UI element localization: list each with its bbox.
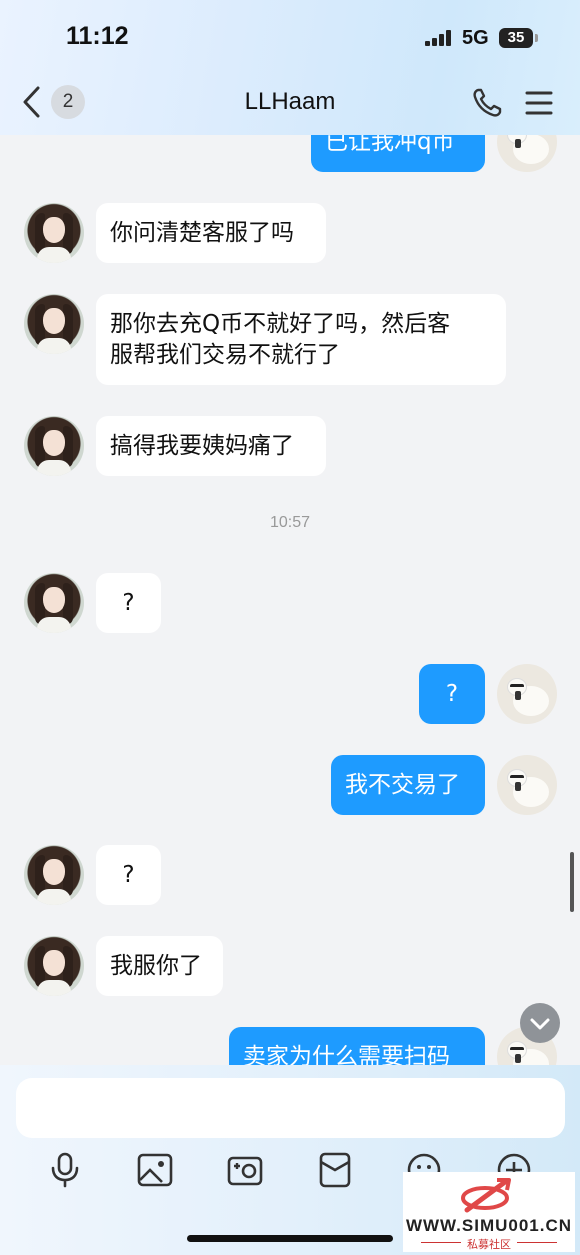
network-type: 5G — [462, 27, 489, 49]
phone-icon — [473, 88, 502, 117]
message-text: 那你去充Q币不就好了吗，然后客 — [110, 311, 451, 337]
scrollbar[interactable] — [570, 852, 574, 912]
chevron-down-icon — [530, 1018, 550, 1030]
message-bubble-incoming[interactable]: 那你去充Q币不就好了吗，然后客 服帮我们交易不就行了 — [96, 294, 506, 385]
watermark-logo-icon — [461, 1178, 511, 1213]
avatar-contact[interactable] — [24, 416, 84, 476]
camera-icon[interactable] — [227, 1152, 263, 1188]
message-input[interactable] — [16, 1078, 565, 1138]
message-bubble-incoming[interactable]: ? — [96, 845, 161, 905]
call-button[interactable] — [470, 86, 504, 120]
avatar-contact[interactable] — [24, 294, 84, 354]
avatar-contact[interactable] — [24, 573, 84, 633]
message-bubble-outgoing[interactable]: ? — [419, 664, 485, 724]
signal-icon — [425, 30, 453, 46]
avatar-contact[interactable] — [24, 845, 84, 905]
message-bubble-outgoing[interactable]: 我不交易了 — [331, 755, 485, 815]
watermark-subtitle: 私募社区 — [467, 1238, 511, 1251]
watermark: WWW.SIMU001.CN 私募社区 — [403, 1172, 575, 1252]
status-time: 11:12 — [66, 22, 129, 50]
message-timestamp: 10:57 — [269, 514, 311, 531]
message-text: 我服你了 — [110, 953, 202, 979]
message-bubble-incoming[interactable]: 我服你了 — [96, 936, 223, 996]
message-text: ? — [445, 681, 459, 707]
message-text: 卖家为什么需要扫码 — [243, 1044, 450, 1065]
header: 11:12 5G 35 2 LLHaam — [0, 0, 580, 135]
message-text: ? — [122, 590, 135, 616]
message-text: 你问清楚客服了吗 — [110, 220, 294, 246]
avatar-contact[interactable] — [24, 936, 84, 996]
watermark-url: WWW.SIMU001.CN — [405, 1216, 573, 1235]
battery-icon: 35 — [499, 28, 538, 48]
avatar-contact[interactable] — [24, 203, 84, 263]
message-text: ? — [122, 862, 135, 888]
microphone-icon[interactable] — [47, 1152, 83, 1188]
chat-area[interactable]: 已让我冲q币 你问清楚客服了吗 那你去充Q币不就好了吗，然后客 服帮我们交易不就… — [0, 0, 580, 1065]
avatar-me[interactable] — [497, 755, 557, 815]
message-bubble-outgoing[interactable]: 卖家为什么需要扫码 — [229, 1027, 485, 1065]
message-text: 我不交易了 — [345, 772, 460, 798]
message-bubble-incoming[interactable]: 搞得我要姨妈痛了 — [96, 416, 326, 476]
message-text: 搞得我要姨妈痛了 — [110, 433, 294, 459]
message-text: 服帮我们交易不就行了 — [110, 342, 340, 368]
image-icon[interactable] — [137, 1152, 173, 1188]
avatar-me[interactable] — [497, 664, 557, 724]
message-bubble-incoming[interactable]: ? — [96, 573, 161, 633]
home-indicator[interactable] — [187, 1235, 393, 1242]
red-packet-icon[interactable] — [317, 1152, 353, 1188]
menu-button[interactable] — [525, 90, 553, 116]
menu-icon — [525, 91, 553, 115]
message-bubble-incoming[interactable]: 你问清楚客服了吗 — [96, 203, 326, 263]
scroll-to-bottom-button[interactable] — [520, 1003, 560, 1043]
